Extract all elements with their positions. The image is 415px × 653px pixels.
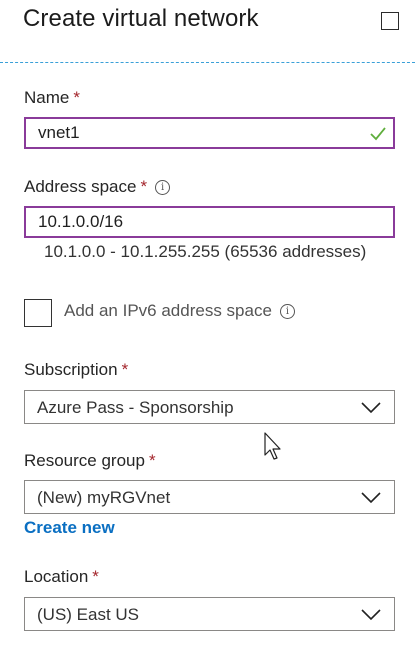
- resource-group-label-text: Resource group: [24, 451, 145, 470]
- resource-group-value: (New) myRGVnet: [37, 488, 171, 507]
- address-space-field[interactable]: [24, 206, 395, 238]
- ipv6-label: Add an IPv6 address space i: [64, 301, 295, 321]
- create-new-link[interactable]: Create new: [24, 518, 115, 538]
- subscription-label-text: Subscription: [24, 360, 118, 379]
- subscription-dropdown[interactable]: Azure Pass - Sponsorship: [24, 390, 395, 424]
- location-label-text: Location: [24, 567, 89, 586]
- required-marker: *: [121, 360, 129, 379]
- mouse-cursor-icon: [264, 432, 281, 460]
- chevron-down-icon: [361, 402, 381, 414]
- subscription-value: Azure Pass - Sponsorship: [37, 398, 234, 417]
- page-title: Create virtual network: [23, 5, 259, 32]
- maximize-icon[interactable]: [381, 12, 399, 30]
- address-space-label-text: Address space: [24, 177, 137, 196]
- chevron-down-icon: [361, 609, 381, 621]
- required-marker: *: [73, 88, 80, 107]
- required-marker: *: [140, 177, 148, 196]
- name-input[interactable]: [26, 119, 393, 147]
- location-dropdown[interactable]: (US) East US: [24, 597, 395, 631]
- checkmark-icon: [370, 127, 386, 141]
- subscription-label: Subscription *: [24, 360, 128, 380]
- resource-group-label: Resource group *: [24, 451, 156, 471]
- ipv6-label-text: Add an IPv6 address space: [64, 301, 272, 320]
- location-value: (US) East US: [37, 605, 140, 624]
- ipv6-checkbox[interactable]: [24, 299, 52, 327]
- name-label-text: Name: [24, 88, 70, 107]
- blade-header: Create virtual network: [0, 0, 415, 64]
- address-space-label: Address space * i: [24, 177, 171, 197]
- address-range-hint: 10.1.0.0 - 10.1.255.255 (65536 addresses…: [44, 242, 367, 261]
- info-icon[interactable]: i: [279, 304, 295, 319]
- location-label: Location *: [24, 567, 99, 587]
- info-icon[interactable]: i: [155, 180, 171, 195]
- name-field[interactable]: [24, 117, 395, 149]
- chevron-down-icon: [361, 492, 381, 504]
- resource-group-dropdown[interactable]: (New) myRGVnet: [24, 480, 395, 514]
- name-label: Name *: [24, 88, 80, 108]
- address-space-input[interactable]: [26, 208, 393, 236]
- required-marker: *: [92, 567, 99, 586]
- required-marker: *: [148, 451, 156, 470]
- header-divider: [0, 62, 415, 63]
